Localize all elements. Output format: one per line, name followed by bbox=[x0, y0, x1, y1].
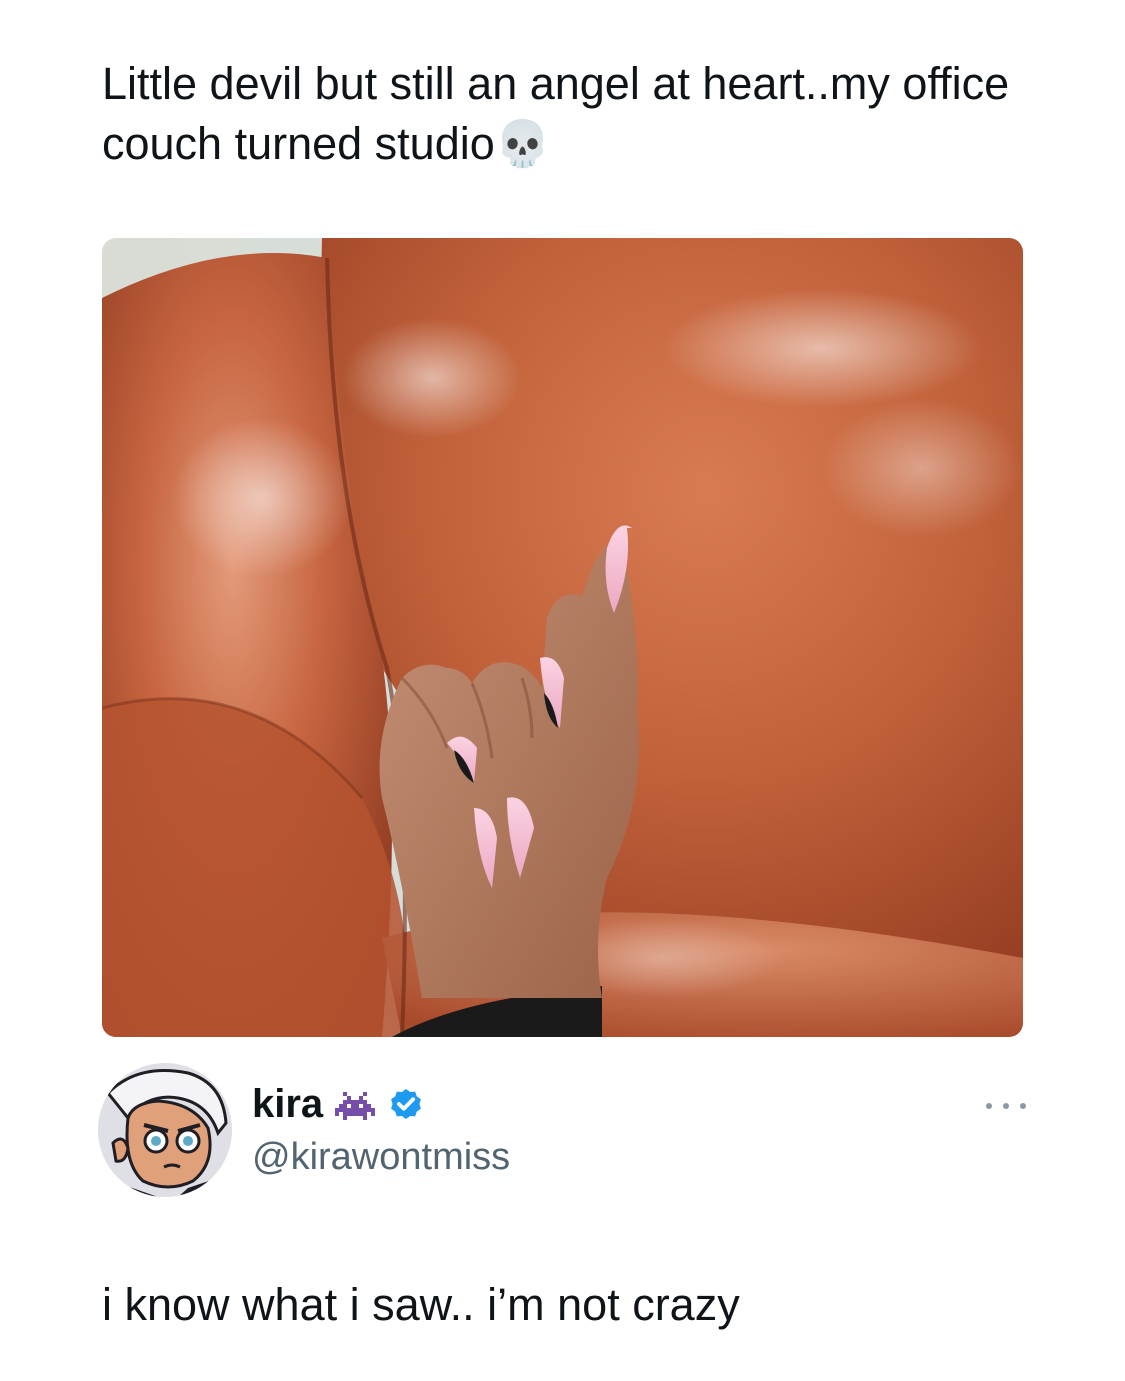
more-options-button[interactable] bbox=[986, 1094, 1026, 1118]
author-avatar[interactable] bbox=[98, 1063, 232, 1197]
couch-hand-photo bbox=[102, 238, 1023, 1037]
post-text: i know what i saw.. i’m not crazy bbox=[102, 1279, 740, 1330]
space-invader-emoji-icon bbox=[335, 1092, 376, 1120]
author-name-row[interactable]: kira bbox=[252, 1079, 425, 1129]
author-display-name[interactable]: kira bbox=[252, 1082, 323, 1127]
dot-icon bbox=[1003, 1103, 1009, 1109]
dot-icon bbox=[1020, 1103, 1026, 1109]
quoted-post-text: Little devil but still an angel at heart… bbox=[102, 58, 1010, 169]
cartoon-avatar-icon bbox=[98, 1063, 232, 1197]
dot-icon bbox=[986, 1103, 992, 1109]
author-handle[interactable]: @kirawontmiss bbox=[252, 1136, 510, 1179]
verified-badge-icon[interactable] bbox=[387, 1085, 425, 1123]
post-photo[interactable] bbox=[102, 238, 1023, 1037]
